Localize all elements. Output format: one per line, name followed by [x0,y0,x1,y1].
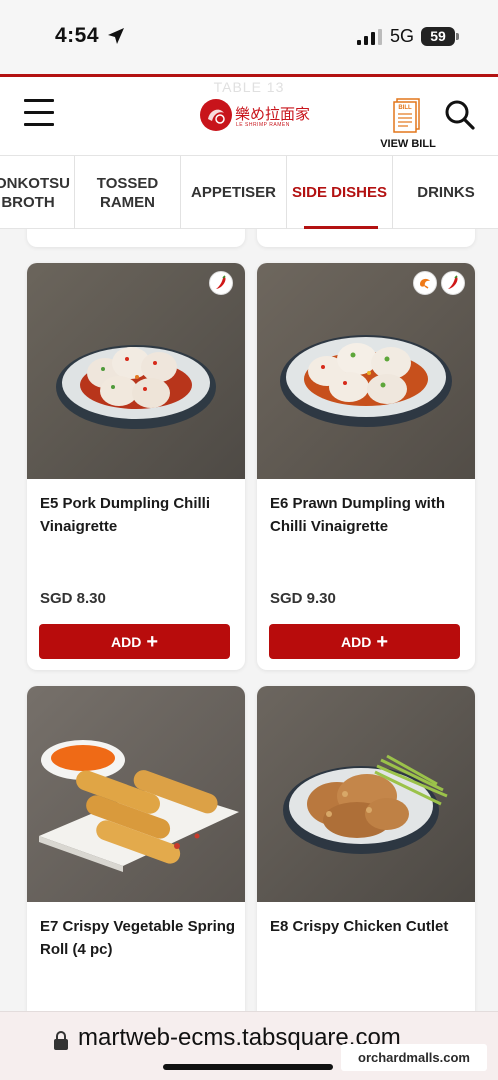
add-button[interactable]: ADD + [39,624,230,659]
location-arrow-icon [108,28,124,44]
menu-item-list[interactable]: E5 Pork Dumpling Chilli Vinaigrette SGD … [0,229,498,1011]
tab-label: TONKOTSU BROTH [0,174,70,211]
app-header: TABLE 13 樂め拉面家 LE SHRIMP RAMEN BILL VIEW… [0,77,498,155]
signal-icon [357,29,382,45]
menu-card[interactable]: E7 Crispy Vegetable Spring Roll (4 pc) [27,686,245,1011]
add-button-label: ADD [340,633,372,650]
status-time: 4:54 [55,24,100,47]
add-button[interactable]: ADD + [269,624,460,659]
pork-dumpling-photo [27,263,245,479]
brand-logo: 樂め拉面家 LE SHRIMP RAMEN [200,99,310,133]
chilli-icon [209,271,233,295]
home-indicator[interactable] [163,1064,333,1070]
plus-icon: + [146,630,159,653]
menu-card-previous [27,229,245,247]
app-screen: 4:54 5G 59 TABLE 13 樂め拉面家 LE SHRIMP RAME… [0,0,498,1080]
prawn-dumpling-photo [257,263,475,479]
chilli-icon [441,271,465,295]
table-label: TABLE 13 [213,79,285,95]
menu-item-name: E6 Prawn Dumpling with Chilli Vinaigrett… [270,495,446,535]
tab-side-dishes[interactable]: SIDE DISHES [287,156,393,229]
battery-level: 59 [430,28,446,44]
menu-card[interactable]: E8 Crispy Chicken Cutlet [257,686,475,1011]
logo-badge-icon [200,99,232,131]
category-tabs: TONKOTSU BROTH TOSSED RAMEN APPETISER SI… [0,155,498,230]
tab-tonkotsu-broth[interactable]: TONKOTSU BROTH [0,156,75,229]
menu-item-name: E7 Crispy Vegetable Spring Roll (4 pc) [40,918,236,958]
tab-tossed-ramen[interactable]: TOSSED RAMEN [75,156,181,229]
watermark: orchardmalls.com [341,1044,487,1071]
status-bar: 4:54 5G 59 [0,0,498,76]
tab-appetiser[interactable]: APPETISER [181,156,287,229]
lock-icon [54,1031,68,1050]
menu-item-name: E5 Pork Dumpling Chilli Vinaigrette [40,495,211,535]
battery-icon: 59 [421,27,459,46]
menu-item-price: SGD 9.30 [270,590,336,607]
prawn-icon [413,271,437,295]
plus-icon: + [376,630,389,653]
menu-item-price: SGD 8.30 [40,590,106,607]
menu-card[interactable]: E6 Prawn Dumpling with Chilli Vinaigrett… [257,263,475,670]
tab-label: SIDE DISHES [291,184,388,201]
bill-icon-text: BILL [398,105,412,111]
tab-label: APPETISER [190,184,277,201]
tab-drinks[interactable]: DRINKS [393,156,498,229]
menu-item-name: E8 Crispy Chicken Cutlet [270,918,449,935]
tab-label: DRINKS [417,184,475,201]
menu-card-previous [257,229,475,247]
add-button-label: ADD [110,633,142,650]
tab-label: TOSSED RAMEN [96,174,159,211]
bill-icon[interactable]: BILL [392,97,422,133]
spring-roll-photo [27,686,245,902]
search-icon[interactable] [444,99,476,131]
chicken-cutlet-photo [257,686,475,902]
logo-subtext: LE SHRIMP RAMEN [236,122,290,128]
menu-card[interactable]: E5 Pork Dumpling Chilli Vinaigrette SGD … [27,263,245,670]
view-bill-label[interactable]: VIEW BILL [372,138,444,150]
logo-text: 樂め拉面家 [235,105,311,123]
network-type: 5G [390,26,415,46]
hamburger-menu-icon[interactable] [24,99,54,131]
